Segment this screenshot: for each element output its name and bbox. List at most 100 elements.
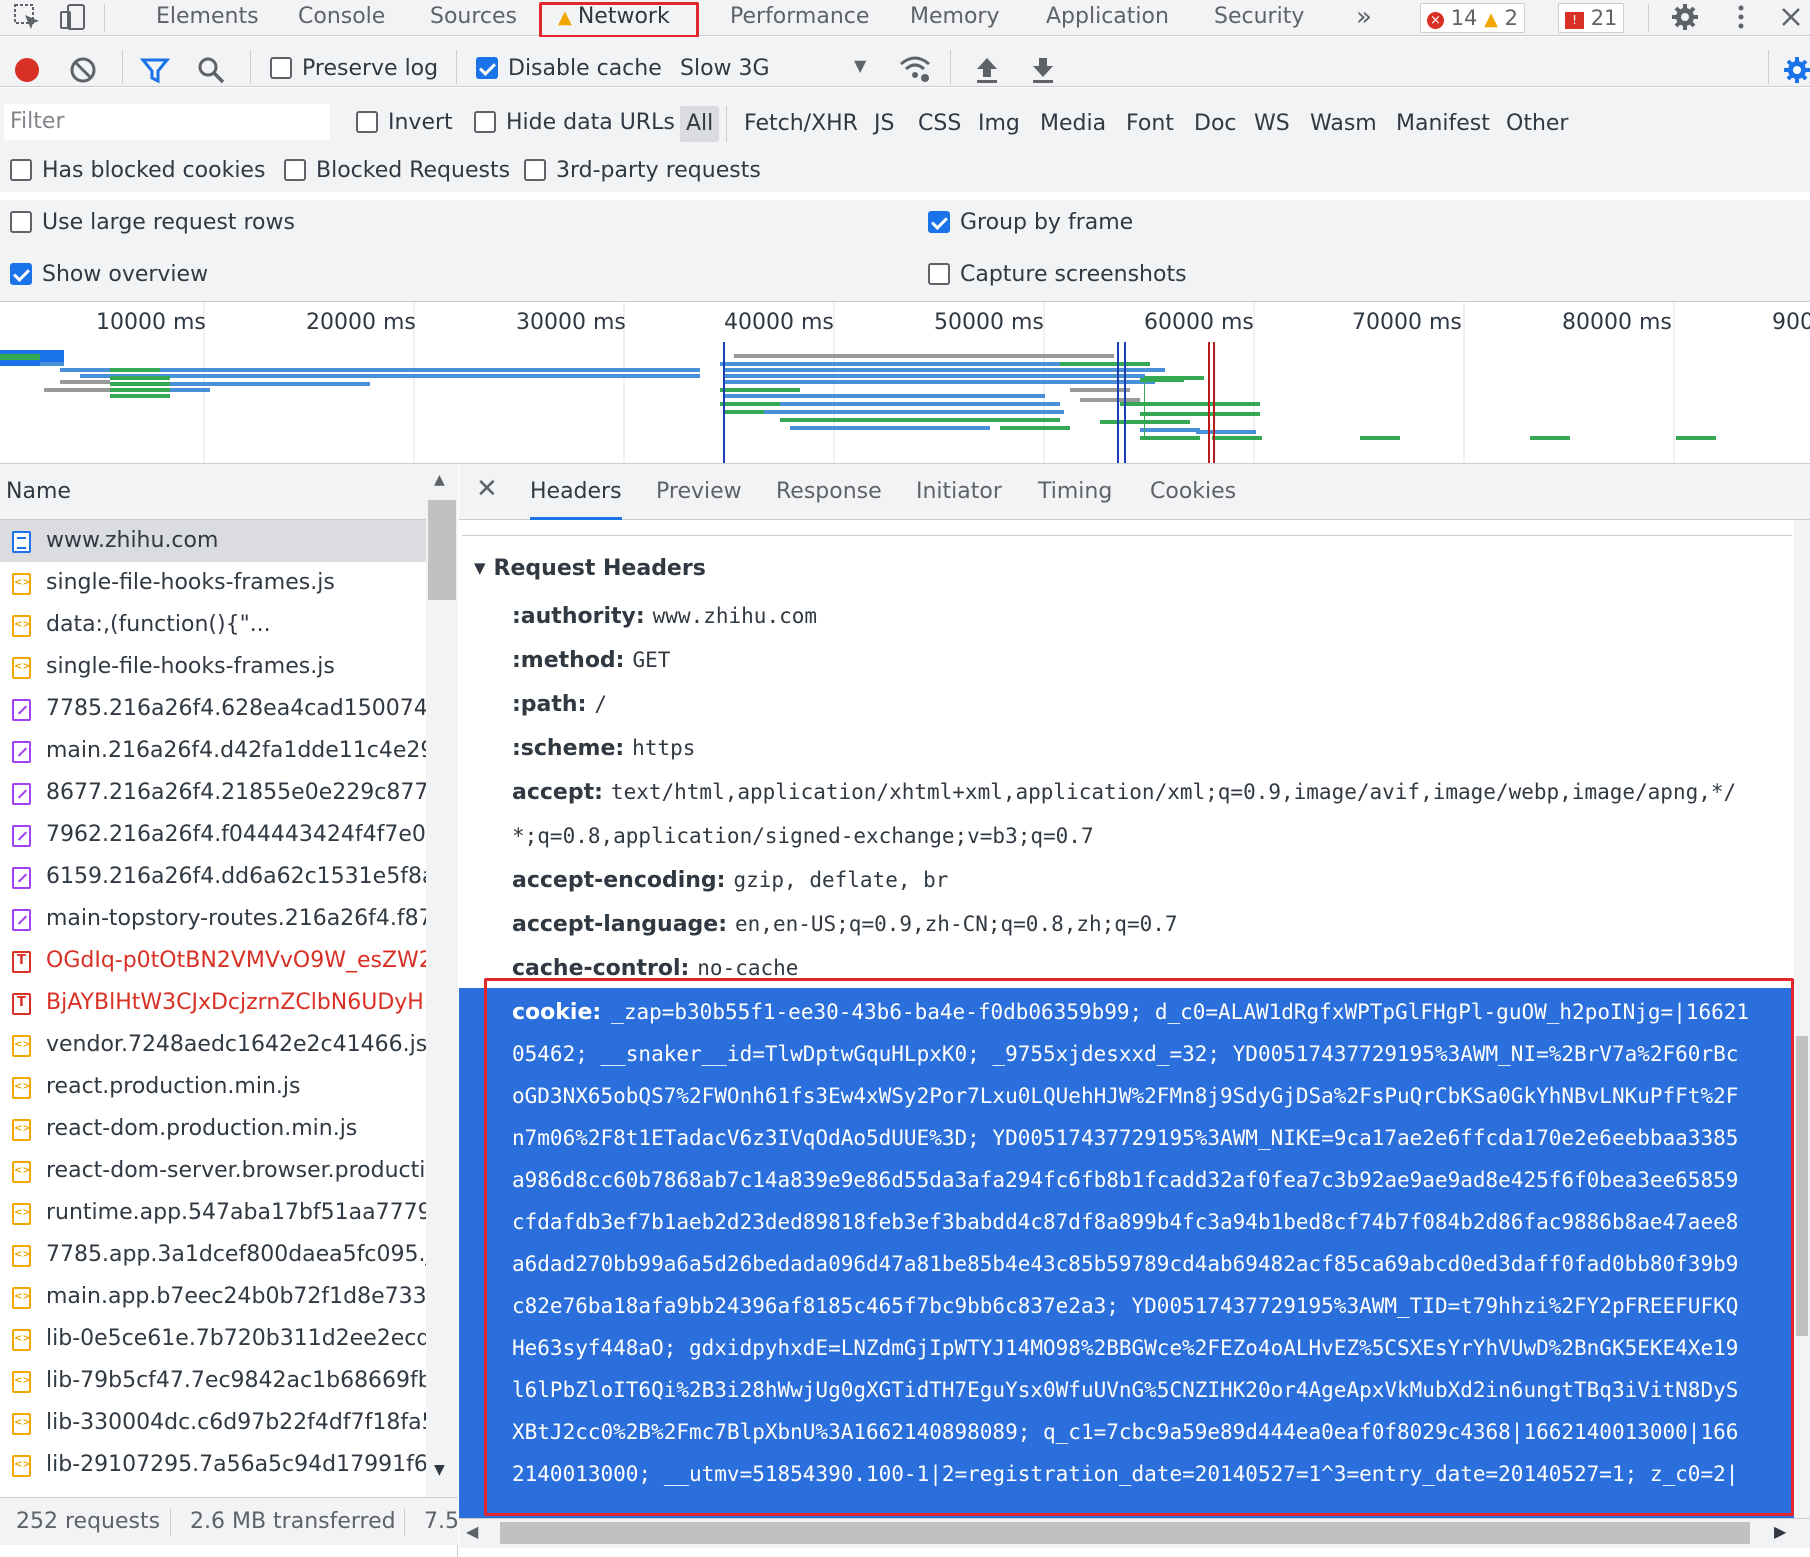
- request-row[interactable]: 7785.216a26f4.628ea4cad1500744a: [0, 688, 426, 730]
- record-button[interactable]: [12, 55, 42, 91]
- throttle-select[interactable]: Slow 3G ▼: [680, 56, 866, 81]
- disable-cache-checkbox[interactable]: Disable cache: [476, 56, 662, 81]
- request-row[interactable]: OGdIq-p0tOtBN2VMVvO9W_esZW2: [0, 940, 426, 982]
- large-rows-box[interactable]: [10, 211, 32, 233]
- request-list-scrollbar[interactable]: [426, 464, 458, 1497]
- network-settings-gear-icon[interactable]: [1782, 55, 1810, 91]
- request-row[interactable]: 6159.216a26f4.dd6a62c1531e5f8ac3: [0, 856, 426, 898]
- tab-initiator[interactable]: Initiator: [916, 464, 1002, 520]
- tab-response[interactable]: Response: [776, 464, 882, 520]
- header-line[interactable]: :method: GET: [512, 648, 670, 673]
- type-filter-doc[interactable]: Doc: [1194, 106, 1237, 142]
- request-row[interactable]: runtime.app.547aba17bf51aa7779ea: [0, 1192, 426, 1234]
- invert-checkbox[interactable]: Invert: [356, 110, 453, 135]
- hide-data-urls-checkbox[interactable]: Hide data URLs: [474, 110, 675, 135]
- type-filter-font[interactable]: Font: [1126, 106, 1174, 142]
- request-row[interactable]: lib-0e5ce61e.7b720b311d2ee2ecdf0: [0, 1318, 426, 1360]
- blocked-requests-checkbox[interactable]: Blocked Requests: [284, 158, 510, 183]
- header-line[interactable]: :scheme: https: [512, 736, 695, 761]
- scroll-up-arrow-icon[interactable]: ▲: [434, 472, 445, 488]
- type-filter-fetch-xhr[interactable]: Fetch/XHR: [744, 106, 858, 142]
- type-filter-js[interactable]: JS: [874, 106, 894, 142]
- request-row[interactable]: single-file-hooks-frames.js: [0, 646, 426, 688]
- clear-icon[interactable]: [68, 55, 98, 91]
- request-row[interactable]: 7962.216a26f4.f044443424f4f7e00d: [0, 814, 426, 856]
- type-filter-all[interactable]: All: [680, 106, 720, 142]
- large-rows-checkbox[interactable]: Use large request rows: [10, 210, 295, 235]
- type-filter-media[interactable]: Media: [1040, 106, 1106, 142]
- type-filter-ws[interactable]: WS: [1254, 106, 1290, 142]
- request-list-scroll-thumb[interactable]: [428, 500, 456, 600]
- headers-scrollbar[interactable]: [1794, 520, 1810, 1520]
- header-line[interactable]: accept-language: en,en-US;q=0.9,zh-CN;q=0…: [512, 912, 1178, 937]
- tab-security[interactable]: Security: [1214, 0, 1304, 36]
- request-row[interactable]: single-file-hooks-frames.js: [0, 562, 426, 604]
- error-warning-counter[interactable]: × 14 ▲ 2: [1420, 3, 1526, 33]
- invert-box[interactable]: [356, 111, 378, 133]
- request-row[interactable]: react.production.min.js: [0, 1066, 426, 1108]
- request-row[interactable]: react-dom.production.min.js: [0, 1108, 426, 1150]
- disable-cache-box[interactable]: [476, 57, 498, 79]
- tab-performance[interactable]: Performance: [730, 0, 869, 36]
- request-row[interactable]: lib-79b5cf47.7ec9842ac1b68669fb3: [0, 1360, 426, 1402]
- horizontal-scroll-thumb[interactable]: [500, 1522, 1750, 1544]
- type-filter-img[interactable]: Img: [978, 106, 1020, 142]
- header-line[interactable]: *;q=0.8,application/signed-exchange;v=b3…: [512, 824, 1094, 849]
- scroll-left-arrow-icon[interactable]: ◀: [466, 1522, 478, 1541]
- import-har-upload-icon[interactable]: [972, 55, 1002, 91]
- has-blocked-cookies-checkbox[interactable]: Has blocked cookies: [10, 158, 265, 183]
- tab-sources[interactable]: Sources: [430, 0, 517, 36]
- headers-scroll-thumb[interactable]: [1796, 1036, 1808, 1336]
- kebab-menu-icon[interactable]: [1726, 2, 1756, 32]
- tab-application[interactable]: Application: [1046, 0, 1169, 36]
- tab-cookies[interactable]: Cookies: [1150, 464, 1236, 520]
- tab-headers[interactable]: Headers: [530, 464, 622, 520]
- request-row[interactable]: lib-330004dc.c6d97b22f4df7f18fa57: [0, 1402, 426, 1444]
- header-line[interactable]: :path: /: [512, 692, 607, 717]
- third-party-requests-box[interactable]: [524, 159, 546, 181]
- preserve-log-box[interactable]: [270, 57, 292, 79]
- capture-screenshots-box[interactable]: [928, 263, 950, 285]
- tab-preview[interactable]: Preview: [656, 464, 742, 520]
- request-row[interactable]: BjAYBlHtW3CJxDcjzrnZClbN6UDyH..: [0, 982, 426, 1024]
- header-line[interactable]: :authority: www.zhihu.com: [512, 604, 817, 629]
- close-devtools-icon[interactable]: [1776, 2, 1806, 32]
- type-filter-other[interactable]: Other: [1506, 106, 1568, 142]
- network-conditions-wifi-icon[interactable]: [898, 54, 932, 90]
- scroll-down-arrow-icon[interactable]: ▼: [434, 1462, 445, 1478]
- group-by-frame-box[interactable]: [928, 211, 950, 233]
- type-filter-css[interactable]: CSS: [918, 106, 961, 142]
- search-icon[interactable]: [196, 55, 226, 91]
- header-line[interactable]: accept: text/html,application/xhtml+xml,a…: [512, 780, 1736, 805]
- third-party-requests-checkbox[interactable]: 3rd-party requests: [524, 158, 761, 183]
- request-row[interactable]: data:,(function(){"...: [0, 604, 426, 646]
- request-row[interactable]: 8677.216a26f4.21855e0e229c8779f9: [0, 772, 426, 814]
- tab-elements[interactable]: Elements: [156, 0, 259, 36]
- type-filter-wasm[interactable]: Wasm: [1310, 106, 1377, 142]
- filter-funnel-icon[interactable]: [139, 55, 171, 91]
- type-filter-manifest[interactable]: Manifest: [1396, 106, 1490, 142]
- export-har-download-icon[interactable]: [1028, 55, 1058, 91]
- request-row[interactable]: 7785.app.3a1dcef800daea5fc095.js: [0, 1234, 426, 1276]
- tab-memory[interactable]: Memory: [910, 0, 999, 36]
- more-tabs-button[interactable]: »: [1356, 0, 1372, 36]
- tab-timing[interactable]: Timing: [1038, 464, 1112, 520]
- show-overview-box[interactable]: [10, 263, 32, 285]
- group-by-frame-checkbox[interactable]: Group by frame: [928, 210, 1133, 235]
- header-line[interactable]: accept-encoding: gzip, deflate, br: [512, 868, 948, 893]
- network-overview-timeline[interactable]: [0, 302, 1810, 464]
- inspect-element-icon[interactable]: [12, 2, 42, 32]
- device-toolbar-icon[interactable]: [58, 2, 88, 32]
- request-row[interactable]: lib-29107295.7a56a5c94d17991f695: [0, 1444, 426, 1486]
- filter-input[interactable]: Filter: [4, 104, 330, 140]
- show-overview-checkbox[interactable]: Show overview: [10, 262, 208, 287]
- request-row[interactable]: main-topstory-routes.216a26f4.f87e: [0, 898, 426, 940]
- settings-gear-icon[interactable]: [1670, 2, 1700, 32]
- tab-console[interactable]: Console: [298, 0, 385, 36]
- request-row[interactable]: vendor.7248aedc1642e2c41466.js: [0, 1024, 426, 1066]
- request-row[interactable]: react-dom-server.browser.productic: [0, 1150, 426, 1192]
- hide-data-urls-box[interactable]: [474, 111, 496, 133]
- name-column-header[interactable]: Name: [0, 464, 426, 520]
- blocked-requests-box[interactable]: [284, 159, 306, 181]
- issues-counter[interactable]: ! 21: [1558, 3, 1625, 33]
